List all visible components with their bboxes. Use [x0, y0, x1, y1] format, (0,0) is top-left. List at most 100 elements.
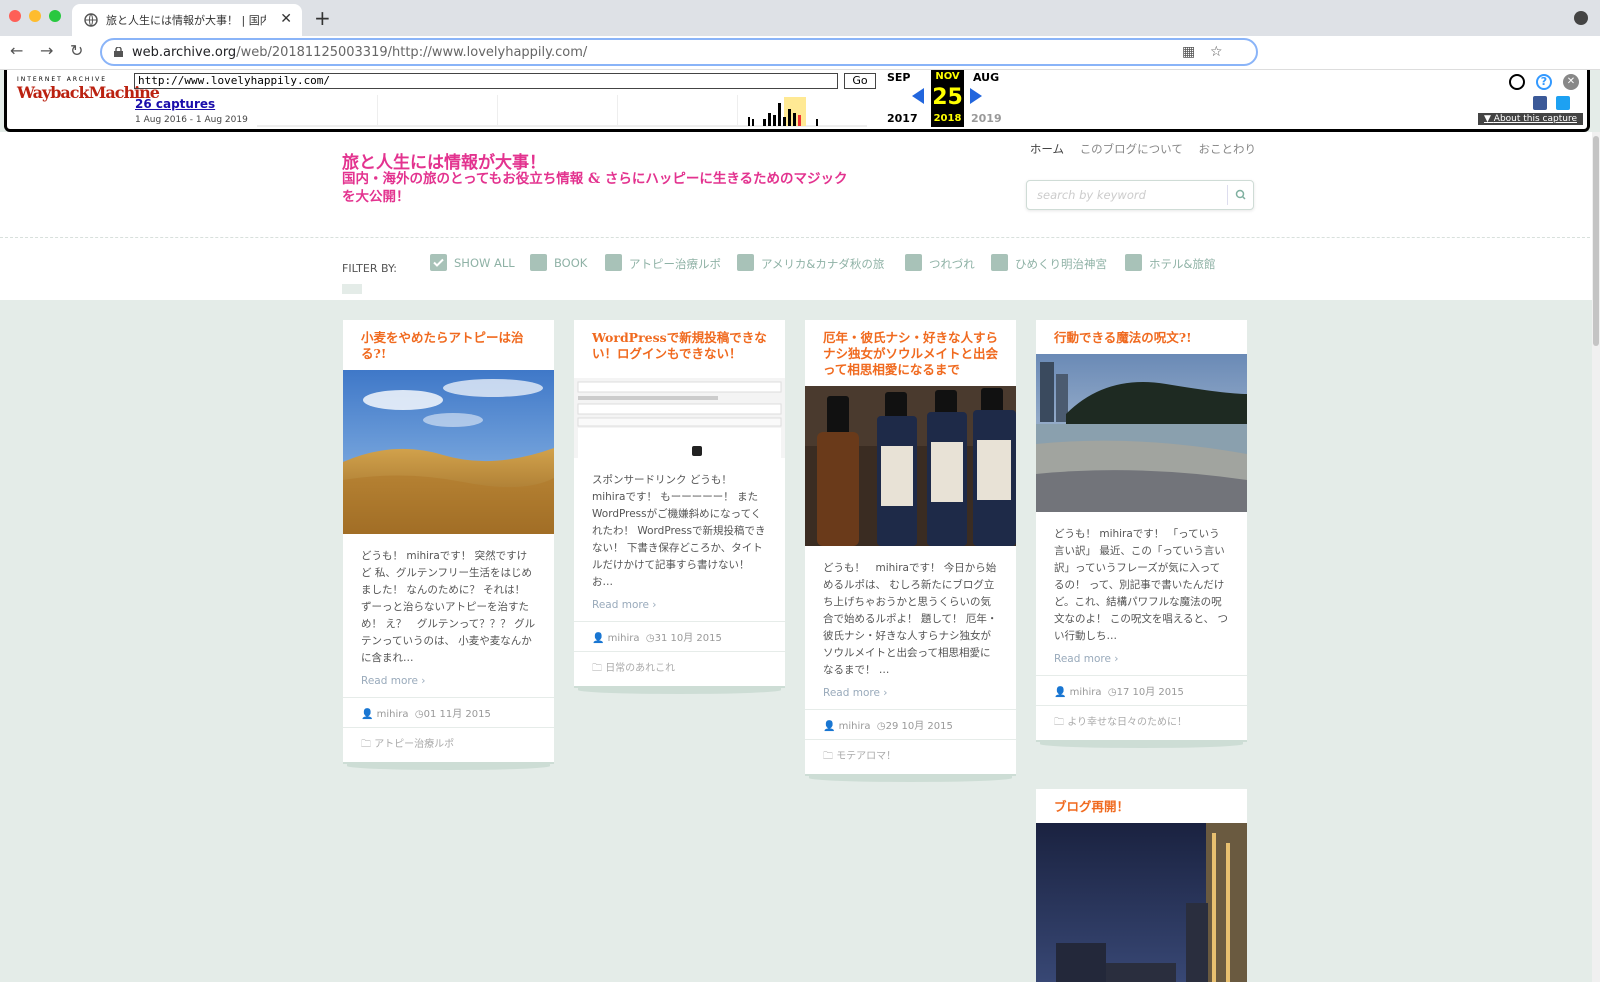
qr-code-icon[interactable]: ▦ [1182, 44, 1195, 60]
read-more-link[interactable]: Read more › [1036, 645, 1247, 675]
wayback-logo[interactable]: INTERNET ARCHIVE WaybackMachine [17, 76, 160, 102]
facebook-icon[interactable] [1533, 96, 1547, 110]
wayback-logo-top: INTERNET ARCHIVE [17, 76, 108, 83]
url-text: web.archive.org/web/20181125003319/http:… [132, 45, 587, 60]
close-window-button[interactable] [9, 10, 21, 22]
post-title[interactable]: 小麦をやめたらアトピーは治る?! [343, 320, 554, 370]
post-date: 31 10月 2015 [654, 633, 722, 644]
post-excerpt: スポンサードリンク どうも！ mihiraです！ もーーーーー！ またWordP… [592, 474, 766, 588]
about-capture-link[interactable]: ▼ About this capture [1478, 113, 1583, 125]
checkbox-icon [991, 254, 1008, 271]
read-more-link[interactable]: Read more › [574, 591, 785, 621]
card-shadow [578, 686, 781, 694]
wayback-toolbar: INTERNET ARCHIVE WaybackMachine http://w… [4, 70, 1590, 132]
filter-label-text: ひめくり明治神宮 [1015, 257, 1107, 271]
post-author[interactable]: mihira [608, 633, 640, 644]
post-card: 厄年・彼氏ナシ・好きな人すらナシ独女がソウルメイトと出会って相思相愛になるまで … [805, 320, 1016, 782]
capture-range: 1 Aug 2016 - 1 Aug 2019 [135, 115, 248, 125]
back-icon[interactable]: ← [10, 41, 23, 60]
search-button[interactable] [1227, 185, 1253, 205]
twitter-icon[interactable] [1556, 96, 1570, 110]
scrollbar-thumb[interactable] [1593, 136, 1599, 346]
header-divider [0, 237, 1600, 238]
search-input[interactable]: search by keyword [1037, 188, 1146, 202]
account-icon[interactable] [1509, 74, 1525, 90]
folder-icon: 🗀 [361, 739, 371, 750]
main-nav: ホーム このブログについて おことわり [1018, 141, 1256, 157]
clock-icon: ◷ [414, 709, 424, 720]
next-year-label[interactable]: 2019 [971, 112, 1002, 125]
browser-toolbar: ← → ↻ web.archive.org/web/20181125003319… [0, 36, 1600, 70]
folder-icon: 🗀 [1054, 717, 1064, 728]
post-meta: 👤 mihira ◷29 10月 2015 [805, 709, 1016, 739]
capture-sparkline[interactable] [257, 95, 867, 127]
about-capture-label: About this capture [1493, 114, 1577, 124]
post-author[interactable]: mihira [377, 709, 409, 720]
card-shadow [809, 774, 1012, 782]
nav-about[interactable]: このブログについて [1080, 142, 1183, 156]
search-box[interactable]: search by keyword [1026, 180, 1254, 210]
filter-label-text: アトピー治療ルポ [629, 257, 721, 271]
filter-label-text: SHOW ALL [454, 256, 515, 270]
checkbox-icon [737, 254, 754, 271]
nav-home[interactable]: ホーム [1030, 142, 1064, 156]
minimize-window-button[interactable] [29, 10, 41, 22]
post-card: WordPressで新規投稿できない！ログインもできない！ スポンサードリンク … [574, 320, 785, 694]
post-title[interactable]: 行動できる魔法の呪文?! [1036, 320, 1247, 354]
post-category-label[interactable]: アトピー治療ルポ [374, 739, 454, 750]
checkbox-icon [530, 254, 547, 271]
post-category: 🗀 日常のあれこれ [574, 651, 785, 686]
current-month: NOV [931, 70, 964, 84]
post-title[interactable]: ブログ再開！ [1036, 789, 1247, 823]
clock-icon: ◷ [645, 633, 655, 644]
post-title[interactable]: WordPressで新規投稿できない！ログインもできない！ [574, 320, 785, 370]
read-more-link[interactable]: Read more › [805, 679, 1016, 709]
post-author[interactable]: mihira [1070, 687, 1102, 698]
browser-tab[interactable]: 旅と人生には情報が大事！ | 国内・ ✕ [72, 4, 302, 36]
post-author[interactable]: mihira [839, 721, 871, 732]
filter-label-text: アメリカ&カナダ秋の旅 [761, 257, 885, 271]
wayback-go-button[interactable]: Go [844, 73, 876, 89]
help-icon[interactable]: ? [1536, 74, 1552, 90]
url-host: web.archive.org [132, 45, 237, 60]
tab-title: 旅と人生には情報が大事！ | 国内・ [106, 14, 266, 27]
nav-disclaimer[interactable]: おことわり [1199, 142, 1257, 156]
maximize-window-button[interactable] [49, 10, 61, 22]
post-excerpt: どうも！ mihiraです！ 突然ですけど 私、グルテンフリー生活をはじめました… [361, 550, 536, 664]
post-title[interactable]: 厄年・彼氏ナシ・好きな人すらナシ独女がソウルメイトと出会って相思相愛になるまで [805, 320, 1016, 386]
prev-month-label: SEP [887, 71, 911, 84]
captures-link[interactable]: 26 captures [135, 97, 215, 111]
forward-icon[interactable]: → [40, 41, 53, 60]
bookmark-star-icon[interactable]: ☆ [1210, 44, 1223, 60]
clock-icon: ◷ [1107, 687, 1117, 698]
post-date: 29 10月 2015 [885, 721, 953, 732]
read-more-link[interactable]: Read more › [343, 667, 554, 697]
globe-icon [84, 13, 98, 27]
wayback-url-input[interactable]: http://www.lovelyhappily.com/ [134, 73, 838, 89]
filter-label-text: ホテル&旅館 [1149, 257, 1216, 271]
post-thumbnail-river-city[interactable] [1036, 354, 1247, 512]
prev-year-label[interactable]: 2017 [887, 112, 918, 125]
prev-capture-arrow[interactable] [912, 88, 924, 104]
post-date: 17 10月 2015 [1116, 687, 1184, 698]
post-thumbnail-aroma-bottles[interactable] [805, 386, 1016, 546]
tab-close-icon[interactable]: ✕ [280, 12, 292, 26]
post-thumbnail-screenshot[interactable] [574, 370, 785, 458]
address-bar[interactable]: web.archive.org/web/20181125003319/http:… [100, 38, 1258, 66]
author-icon: 👤 [361, 709, 374, 720]
reload-icon[interactable]: ↻ [70, 41, 83, 60]
post-excerpt: どうも！ mihiraです！ 今日から始めるルポは、 むしろ新たにブログ立ち上げ… [823, 562, 998, 676]
next-capture-arrow[interactable] [970, 88, 982, 104]
post-thumbnail-night-city[interactable] [1036, 823, 1247, 982]
new-tab-button[interactable]: + [314, 6, 331, 30]
post-category-label[interactable]: モテアロマ！ [836, 751, 896, 762]
post-thumbnail-wheat[interactable] [343, 370, 554, 534]
post-category-label[interactable]: 日常のあれこれ [605, 663, 675, 674]
author-icon: 👤 [1054, 687, 1067, 698]
post-category-label[interactable]: より幸せな日々のために！ [1067, 717, 1187, 728]
post-meta: 👤 mihira ◷31 10月 2015 [574, 621, 785, 651]
author-icon: 👤 [592, 633, 605, 644]
filter-collapse-tab[interactable] [342, 284, 362, 294]
close-icon[interactable]: ✕ [1563, 74, 1579, 90]
tab-search-icon[interactable] [1574, 11, 1588, 25]
